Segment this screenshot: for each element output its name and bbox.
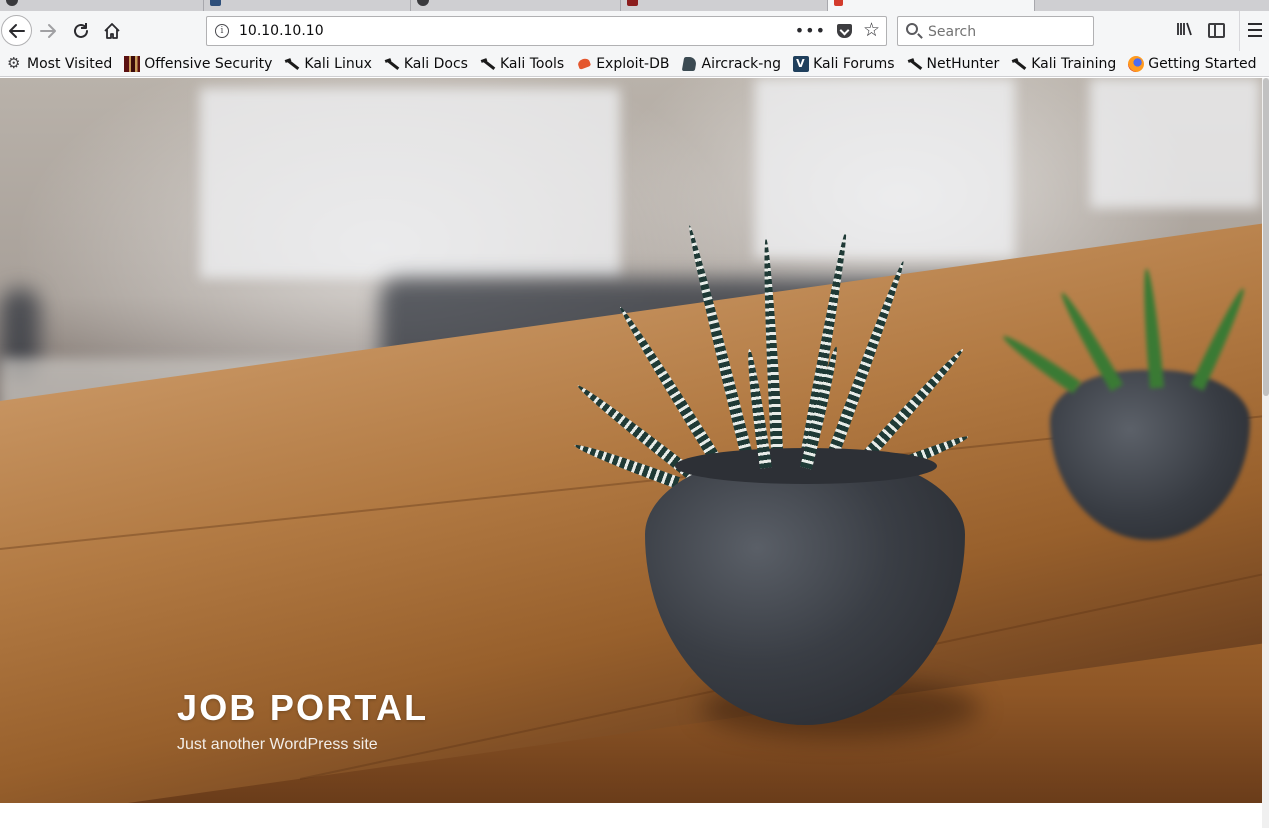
- toolbar-separator: [1239, 11, 1240, 51]
- bookmark-label: Kali Docs: [403, 55, 468, 72]
- background-window: [1090, 78, 1260, 208]
- reload-button[interactable]: [70, 20, 92, 42]
- bookmark-kali-tools[interactable]: Kali Tools: [480, 56, 564, 72]
- page-viewport: JOB PORTAL Just another WordPress site: [0, 78, 1262, 828]
- hamburger-menu-icon[interactable]: [1248, 23, 1264, 37]
- offensive-security-icon: [124, 55, 141, 72]
- background-window: [200, 88, 620, 278]
- browser-tab[interactable]: [0, 0, 204, 11]
- page-actions-icon[interactable]: •••: [795, 21, 826, 40]
- bookmark-nethunter[interactable]: NetHunter: [907, 56, 1000, 72]
- bookmark-exploit-db[interactable]: Exploit-DB: [576, 56, 669, 72]
- reload-icon: [74, 23, 88, 38]
- browser-tab-active[interactable]: [828, 0, 1035, 11]
- navigation-toolbar: i 10.10.10.10 ••• ☆: [0, 11, 1269, 51]
- bookmark-label: Offensive Security: [144, 55, 273, 72]
- search-icon: [906, 23, 918, 35]
- bookmark-label: Kali Training: [1031, 55, 1117, 72]
- tab-favicon-icon: [417, 0, 429, 6]
- bookmark-kali-docs[interactable]: Kali Docs: [384, 56, 468, 72]
- url-text[interactable]: 10.10.10.10: [239, 23, 324, 39]
- scrollbar-thumb[interactable]: [1263, 78, 1269, 396]
- home-button[interactable]: [101, 20, 123, 42]
- kali-dragon-icon: [907, 56, 923, 72]
- gear-icon: [7, 54, 23, 72]
- arrow-right-icon: [40, 24, 56, 38]
- site-description: Just another WordPress site: [177, 736, 378, 753]
- forward-button[interactable]: [37, 20, 59, 42]
- pocket-icon[interactable]: [837, 24, 852, 38]
- bookmark-label: Most Visited: [27, 55, 113, 72]
- bookmark-aircrack-ng[interactable]: Aircrack-ng: [682, 56, 782, 72]
- bookmark-kali-forums[interactable]: Kali Forums: [793, 55, 895, 72]
- page-scrollbar[interactable]: [1262, 78, 1269, 828]
- bookmark-label: Kali Linux: [304, 55, 372, 72]
- site-branding: JOB PORTAL Just another WordPress site: [177, 686, 428, 754]
- background-window: [755, 78, 1015, 258]
- search-bar[interactable]: [897, 16, 1094, 46]
- browser-tab[interactable]: [411, 0, 621, 11]
- header-hero-image: JOB PORTAL Just another WordPress site: [0, 78, 1262, 803]
- bookmarks-toolbar: Most Visited Offensive Security Kali Lin…: [0, 51, 1269, 77]
- bookmark-kali-training[interactable]: Kali Training: [1011, 56, 1116, 72]
- tab-favicon-icon: [627, 0, 638, 6]
- exploit-db-icon: [576, 56, 592, 72]
- tab-favicon-icon: [6, 0, 18, 6]
- bookmark-kali-linux[interactable]: Kali Linux: [284, 56, 371, 72]
- site-info-icon[interactable]: i: [215, 24, 229, 38]
- aircrack-icon: [682, 56, 698, 72]
- tab-favicon-icon: [834, 0, 843, 6]
- tab-strip: [0, 0, 1269, 11]
- arrow-left-icon: [8, 23, 25, 38]
- browser-tab[interactable]: [204, 0, 411, 11]
- bookmark-star-icon[interactable]: ☆: [863, 19, 880, 41]
- kali-forums-icon: [793, 55, 810, 72]
- sidebar-toggle-icon[interactable]: [1208, 23, 1225, 38]
- bookmark-label: Getting Started: [1148, 55, 1257, 72]
- bookmark-offensive-security[interactable]: Offensive Security: [124, 55, 273, 72]
- firefox-icon: [1128, 55, 1145, 72]
- bookmark-label: Exploit-DB: [596, 55, 670, 72]
- browser-tab[interactable]: [621, 0, 828, 11]
- library-button[interactable]: [1176, 20, 1198, 42]
- kali-dragon-icon: [284, 56, 300, 72]
- bookmark-label: Aircrack-ng: [701, 55, 782, 72]
- bookmark-label: Kali Forums: [813, 55, 895, 72]
- back-button[interactable]: [1, 15, 32, 46]
- site-title[interactable]: JOB PORTAL: [177, 686, 428, 730]
- search-input[interactable]: [928, 22, 1088, 42]
- bookmark-label: Kali Tools: [499, 55, 565, 72]
- home-icon: [104, 23, 120, 39]
- tab-favicon-icon: [210, 0, 221, 6]
- bookmark-label: NetHunter: [926, 55, 1000, 72]
- kali-dragon-icon: [384, 56, 400, 72]
- library-icon: [1177, 22, 1192, 36]
- kali-dragon-icon: [480, 56, 496, 72]
- bookmark-getting-started[interactable]: Getting Started: [1128, 55, 1257, 72]
- url-bar[interactable]: i 10.10.10.10 ••• ☆: [206, 16, 887, 46]
- kali-dragon-icon: [1011, 56, 1027, 72]
- bookmark-most-visited[interactable]: Most Visited: [7, 54, 113, 72]
